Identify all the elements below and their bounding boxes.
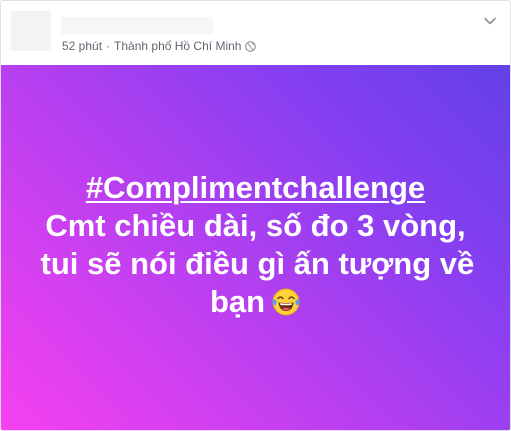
post-text: #Complimentchallenge Cmt chiều dài, số đ… bbox=[40, 169, 475, 321]
post-header: 52 phút · Thành phố Hồ Chí Minh bbox=[1, 1, 510, 65]
post-text-line-3: bạn bbox=[41, 283, 471, 321]
colored-background-post: #Complimentchallenge Cmt chiều dài, số đ… bbox=[1, 65, 510, 430]
chevron-down-icon bbox=[482, 16, 498, 33]
hashtag-link[interactable]: #Complimentchallenge bbox=[86, 170, 425, 205]
post-time[interactable]: 52 phút bbox=[62, 39, 102, 53]
facebook-post: 52 phút · Thành phố Hồ Chí Minh #Complim… bbox=[0, 0, 511, 431]
author-name-redacted[interactable] bbox=[61, 17, 213, 34]
globe-icon[interactable] bbox=[245, 40, 257, 52]
laughing-tears-emoji-icon bbox=[271, 287, 301, 317]
avatar[interactable] bbox=[11, 11, 51, 51]
meta-separator: · bbox=[106, 39, 111, 53]
post-options-button[interactable] bbox=[482, 13, 498, 29]
post-location[interactable]: Thành phố Hồ Chí Minh bbox=[114, 39, 241, 53]
post-text-line-3-text: bạn bbox=[209, 283, 266, 319]
post-text-line-2: tui sẽ nói điều gì ấn tượng về bbox=[40, 245, 475, 281]
post-text-line-1: Cmt chiều dài, số đo 3 vòng, bbox=[45, 207, 466, 243]
post-meta: 52 phút · Thành phố Hồ Chí Minh bbox=[62, 38, 257, 54]
